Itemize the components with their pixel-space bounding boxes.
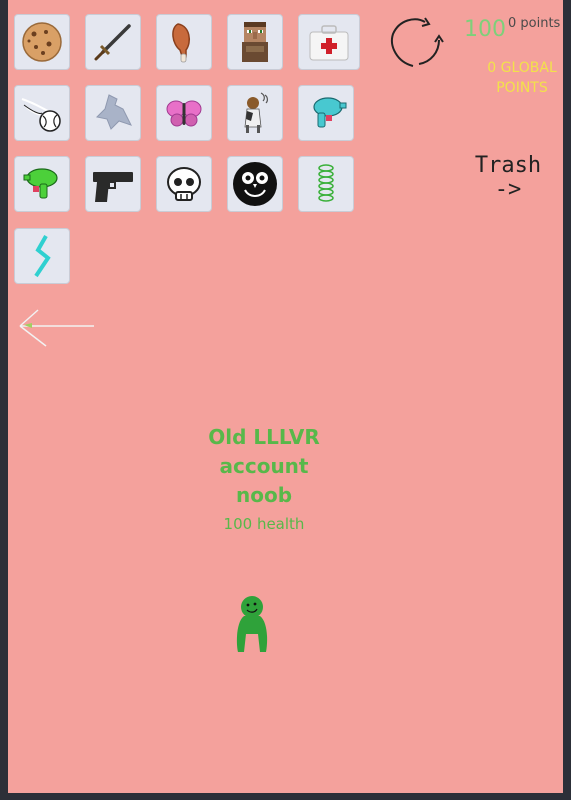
global-points-line1: 0 GLOBAL — [487, 60, 557, 76]
player-health: 100 health — [223, 515, 305, 533]
trash-arrow: -> — [494, 177, 522, 202]
global-points-label: 0 GLOBAL POINTS — [478, 58, 566, 98]
refresh-arrows-icon[interactable] — [385, 12, 445, 72]
item-slot-villager[interactable] — [227, 14, 283, 70]
item-slot-blue-water-gun[interactable] — [298, 85, 354, 141]
back-arrow-icon[interactable] — [16, 306, 96, 350]
item-slot-dog[interactable] — [227, 85, 283, 141]
skull-icon — [167, 167, 201, 201]
green-water-gun-icon — [23, 168, 58, 199]
scroll-edge-top — [563, 0, 571, 128]
drumstick-icon — [172, 23, 191, 63]
item-slot-lightning[interactable] — [14, 228, 70, 284]
item-slot-owl[interactable] — [227, 156, 283, 212]
ghost-shape-icon — [95, 94, 132, 130]
scroll-edge-bottom — [563, 243, 571, 800]
item-slot-medkit[interactable] — [298, 14, 360, 70]
item-slot-butterfly[interactable] — [156, 85, 212, 141]
item-slot-pistol[interactable] — [85, 156, 141, 212]
butterfly-icon — [166, 100, 202, 127]
player-name-line1: Old LLLVR — [208, 425, 320, 449]
cookie-icon — [22, 22, 62, 62]
trash-button[interactable]: Trash -> — [460, 154, 556, 202]
lightning-icon — [34, 235, 51, 278]
pistol-icon — [93, 172, 133, 202]
player-name: Old LLLVR account noob — [188, 423, 340, 510]
global-points-line2: POINTS — [496, 80, 548, 96]
baseball-icon — [21, 98, 61, 132]
item-slot-ghost-shape[interactable] — [85, 85, 141, 141]
item-slot-spring[interactable] — [298, 156, 354, 212]
sword-icon — [94, 24, 131, 61]
player-character[interactable] — [230, 594, 274, 658]
score-value: 100 — [464, 17, 506, 42]
blue-water-gun-icon — [313, 97, 347, 128]
medkit-icon — [309, 25, 349, 61]
player-name-line3: noob — [235, 483, 293, 507]
game-stage: 100 0 points 0 GLOBAL POINTS Trash -> Ol… — [8, 0, 563, 793]
item-slot-drumstick[interactable] — [156, 14, 212, 70]
points-label: 0 points — [508, 16, 561, 31]
item-slot-baseball[interactable] — [14, 85, 70, 141]
villager-icon — [242, 22, 268, 62]
player-name-line2: account — [219, 454, 309, 478]
item-slot-green-water-gun[interactable] — [14, 156, 70, 212]
trash-label: Trash — [474, 153, 542, 178]
item-slot-skull[interactable] — [156, 156, 212, 212]
spring-icon — [318, 164, 334, 202]
item-slot-sword[interactable] — [85, 14, 141, 70]
owl-icon — [233, 162, 277, 206]
dog-icon — [244, 92, 268, 133]
item-slot-cookie[interactable] — [14, 14, 70, 70]
